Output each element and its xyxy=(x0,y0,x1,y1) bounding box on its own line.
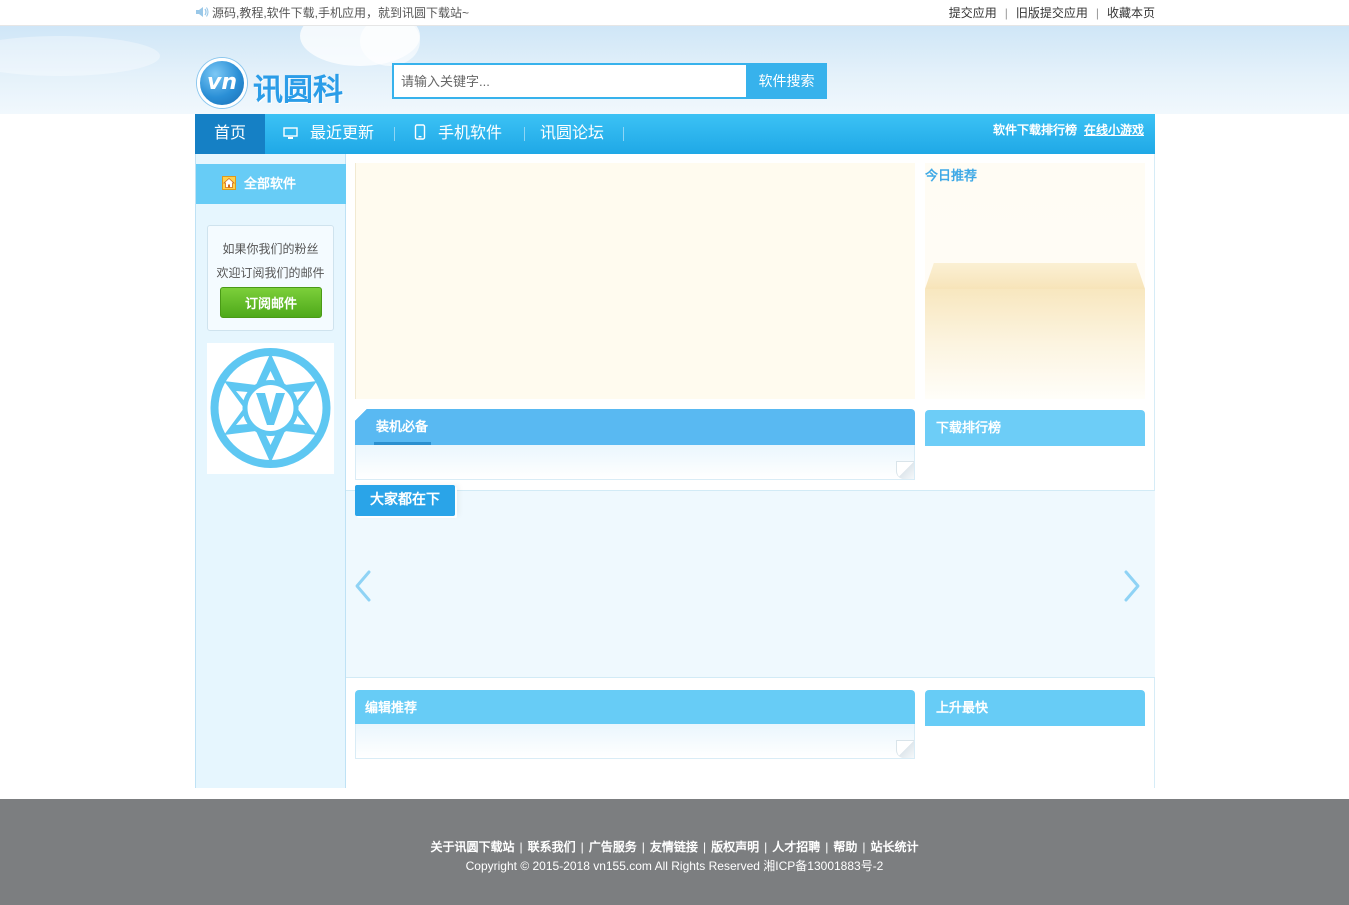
speaker-icon xyxy=(196,7,209,17)
footer-link-about[interactable]: 关于讯圆下载站 xyxy=(431,840,515,854)
separator: | xyxy=(1004,6,1008,20)
top-strip-inner: 源码,教程,软件下载,手机应用，就到讯圆下载站~ 提交应用 | 旧版提交应用 | 收藏本… xyxy=(195,0,1155,26)
separator: | xyxy=(764,840,768,854)
everyone-downloading-section: 大家都在下 xyxy=(346,485,1155,678)
tagline-text: 源码,教程,软件下载,手机应用，就到讯圆下载站~ xyxy=(212,6,470,20)
old-submit-app-link[interactable]: 旧版提交应用 xyxy=(1016,6,1088,20)
everyone-downloading-title: 大家都在下 xyxy=(355,485,455,516)
fastest-rising-header: 上升最快 xyxy=(925,690,1145,726)
today-recommend-title: 今日推荐 xyxy=(925,168,978,183)
sidebar: 全部软件 如果你我们的粉丝 欢迎订阅我们的邮件 订阅邮件 xyxy=(195,154,346,788)
install-essentials-title[interactable]: 装机必备 xyxy=(376,419,428,434)
phone-icon xyxy=(414,124,426,140)
footer-link-copyright[interactable]: 版权声明 xyxy=(711,840,759,854)
nav-divider xyxy=(524,127,525,141)
separator: | xyxy=(862,840,866,854)
all-software-heading[interactable]: 全部软件 xyxy=(196,164,346,204)
v-badge-icon xyxy=(210,348,331,468)
nav-mobile-software[interactable]: 手机软件 xyxy=(414,114,502,154)
subscribe-text-2: 欢迎订阅我们的邮件 xyxy=(216,266,325,280)
logo-mark: vn xyxy=(197,58,247,108)
page-fold-decoration xyxy=(896,461,914,479)
content-area: 今日推荐 装机必备 下载排行榜 大家都在下 编辑推荐 上升最快 xyxy=(346,154,1155,788)
submit-app-link[interactable]: 提交应用 xyxy=(949,6,997,20)
site-tagline: 源码,教程,软件下载,手机应用，就到讯圆下载站~ xyxy=(195,0,469,26)
cloud-decoration xyxy=(0,36,160,76)
footer-links: 关于讯圆下载站 | 联系我们 | 广告服务 | 友情链接 | 版权声明 | 人才招聘 | 帮助 | 站长统计 xyxy=(0,838,1349,855)
footer: 关于讯圆下载站 | 联系我们 | 广告服务 | 友情链接 | 版权声明 | 人才招聘 | 帮助 | 站长统计… xyxy=(0,799,1349,905)
nav-divider xyxy=(623,127,624,141)
copyright-text: Copyright © 2015-2018 vn155.com All Righ… xyxy=(465,859,884,873)
footer-link-stats[interactable]: 站长统计 xyxy=(870,840,918,854)
showcase-box-body xyxy=(925,289,1145,399)
separator: | xyxy=(825,840,829,854)
separator: | xyxy=(519,840,523,854)
footer-link-help[interactable]: 帮助 xyxy=(833,840,857,854)
search-bar: 软件搜索 xyxy=(392,63,827,99)
editor-recommend-body xyxy=(355,724,915,759)
main-nav: 首页 最近更新 手机软件 讯圆论坛 软件下载排行榜 在线小游戏 xyxy=(195,114,1155,154)
nav-mobile-software-label: 手机软件 xyxy=(438,125,503,142)
footer-link-contact[interactable]: 联系我们 xyxy=(528,840,576,854)
top-strip: 源码,教程,软件下载,手机应用，就到讯圆下载站~ 提交应用 | 旧版提交应用 | 收藏本… xyxy=(0,0,1349,26)
footer-link-jobs[interactable]: 人才招聘 xyxy=(772,840,820,854)
nav-right-links: 软件下载排行榜 在线小游戏 xyxy=(993,114,1144,146)
top-links: 提交应用 | 旧版提交应用 | 收藏本页 xyxy=(949,0,1155,26)
arrow-left-icon[interactable] xyxy=(352,569,374,603)
bookmark-link[interactable]: 收藏本页 xyxy=(1107,6,1155,20)
arrow-right-icon[interactable] xyxy=(1121,569,1143,603)
nav-recent-updates-label: 最近更新 xyxy=(310,125,375,142)
online-games-link[interactable]: 在线小游戏 xyxy=(1084,123,1144,137)
monitor-icon xyxy=(283,127,298,139)
today-recommend-panel: 今日推荐 xyxy=(925,163,1145,399)
v-badge-logo-image xyxy=(207,343,334,474)
separator: | xyxy=(702,840,707,854)
install-essentials-body xyxy=(355,445,915,480)
nav-recent-updates[interactable]: 最近更新 xyxy=(283,114,374,154)
header: vn 讯圆科技 软件搜索 xyxy=(0,26,1349,114)
search-input[interactable] xyxy=(392,63,746,99)
editor-recommend-header: 编辑推荐 xyxy=(355,690,915,726)
subscribe-box: 如果你我们的粉丝 欢迎订阅我们的邮件 订阅邮件 xyxy=(207,225,334,331)
separator: | xyxy=(641,840,645,854)
showcase-box xyxy=(925,263,1145,399)
corner-decoration xyxy=(355,409,367,421)
logo-text: 讯圆科技 xyxy=(253,73,343,108)
all-software-label: 全部软件 xyxy=(244,176,297,191)
site-logo[interactable]: vn 讯圆科技 xyxy=(197,58,357,110)
separator: | xyxy=(580,840,584,854)
main-area: 全部软件 如果你我们的粉丝 欢迎订阅我们的邮件 订阅邮件 今日推荐 装机必备 下… xyxy=(195,154,1155,788)
subscribe-text-1: 如果你我们的粉丝 xyxy=(222,242,319,256)
showcase-box-top xyxy=(925,263,1145,289)
nav-forum[interactable]: 讯圆论坛 xyxy=(540,114,604,154)
install-essentials-header: 装机必备 xyxy=(355,409,915,445)
download-ranking-link[interactable]: 软件下载排行榜 xyxy=(993,123,1077,137)
nav-home[interactable]: 首页 xyxy=(195,114,265,154)
subscribe-button[interactable]: 订阅邮件 xyxy=(220,287,322,318)
footer-link-ads[interactable]: 广告服务 xyxy=(589,840,637,854)
nav-divider xyxy=(394,127,395,141)
home-icon xyxy=(222,176,236,190)
banner-slider[interactable] xyxy=(355,163,915,399)
footer-link-friends[interactable]: 友情链接 xyxy=(650,840,698,854)
page-fold-decoration xyxy=(896,740,914,758)
search-button[interactable]: 软件搜索 xyxy=(746,63,827,99)
download-rank-header: 下载排行榜 xyxy=(925,410,1145,446)
separator: | xyxy=(1095,6,1099,20)
